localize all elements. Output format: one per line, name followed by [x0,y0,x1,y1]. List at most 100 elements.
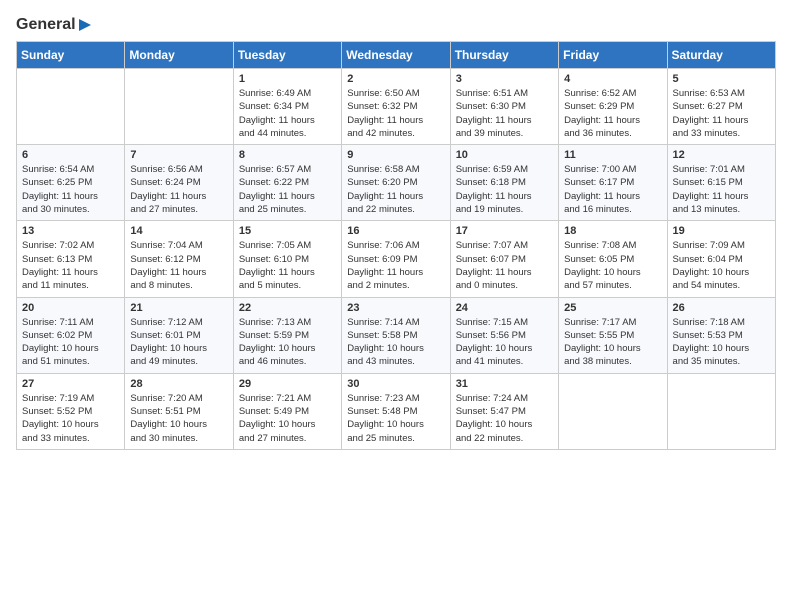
day-number: 31 [456,378,553,390]
day-info: Sunrise: 6:49 AM Sunset: 6:34 PM Dayligh… [239,87,336,140]
page-header: General [16,16,776,31]
column-header-sunday: Sunday [17,42,125,69]
calendar-cell: 3 Sunrise: 6:51 AM Sunset: 6:30 PM Daylig… [450,69,558,145]
day-info: Sunrise: 6:53 AM Sunset: 6:27 PM Dayligh… [673,87,770,140]
calendar-cell [17,69,125,145]
day-number: 17 [456,225,553,237]
day-number: 8 [239,149,336,161]
calendar-cell: 2 Sunrise: 6:50 AM Sunset: 6:32 PM Daylig… [342,69,450,145]
calendar-cell: 5 Sunrise: 6:53 AM Sunset: 6:27 PM Daylig… [667,69,775,145]
calendar-cell: 19 Sunrise: 7:09 AM Sunset: 6:04 PM Dayli… [667,221,775,297]
calendar-cell: 28 Sunrise: 7:20 AM Sunset: 5:51 PM Dayli… [125,373,233,449]
calendar-cell: 31 Sunrise: 7:24 AM Sunset: 5:47 PM Dayli… [450,373,558,449]
day-info: Sunrise: 7:12 AM Sunset: 6:01 PM Dayligh… [130,316,227,369]
logo-arrow-icon [77,17,93,33]
day-info: Sunrise: 6:51 AM Sunset: 6:30 PM Dayligh… [456,87,553,140]
logo: General [16,16,93,31]
column-header-wednesday: Wednesday [342,42,450,69]
day-number: 25 [564,302,661,314]
day-info: Sunrise: 7:23 AM Sunset: 5:48 PM Dayligh… [347,392,444,445]
column-header-monday: Monday [125,42,233,69]
column-header-thursday: Thursday [450,42,558,69]
calendar-week-row: 6Sunrise: 6:54 AM Sunset: 6:25 PM Daylig… [17,145,776,221]
calendar-cell: 14 Sunrise: 7:04 AM Sunset: 6:12 PM Dayli… [125,221,233,297]
day-number: 15 [239,225,336,237]
calendar-cell: 4 Sunrise: 6:52 AM Sunset: 6:29 PM Daylig… [559,69,667,145]
calendar-cell: 12Sunrise: 7:01 AM Sunset: 6:15 PM Dayli… [667,145,775,221]
day-number: 3 [456,73,553,85]
day-info: Sunrise: 7:24 AM Sunset: 5:47 PM Dayligh… [456,392,553,445]
day-number: 2 [347,73,444,85]
day-number: 11 [564,149,661,161]
day-number: 5 [673,73,770,85]
calendar-cell: 24 Sunrise: 7:15 AM Sunset: 5:56 PM Dayli… [450,297,558,373]
calendar-cell: 23 Sunrise: 7:14 AM Sunset: 5:58 PM Dayli… [342,297,450,373]
day-info: Sunrise: 6:52 AM Sunset: 6:29 PM Dayligh… [564,87,661,140]
day-number: 23 [347,302,444,314]
day-info: Sunrise: 7:08 AM Sunset: 6:05 PM Dayligh… [564,239,661,292]
calendar-table: SundayMondayTuesdayWednesdayThursdayFrid… [16,41,776,450]
calendar-cell: 10 Sunrise: 6:59 AM Sunset: 6:18 PM Dayli… [450,145,558,221]
day-info: Sunrise: 7:02 AM Sunset: 6:13 PM Dayligh… [22,239,119,292]
calendar-cell: 15 Sunrise: 7:05 AM Sunset: 6:10 PM Dayli… [233,221,341,297]
day-info: Sunrise: 7:01 AM Sunset: 6:15 PM Dayligh… [673,163,770,216]
logo-general-text: General [16,16,76,34]
day-number: 21 [130,302,227,314]
day-number: 1 [239,73,336,85]
day-info: Sunrise: 7:20 AM Sunset: 5:51 PM Dayligh… [130,392,227,445]
column-header-tuesday: Tuesday [233,42,341,69]
calendar-cell: 22 Sunrise: 7:13 AM Sunset: 5:59 PM Dayli… [233,297,341,373]
day-info: Sunrise: 7:06 AM Sunset: 6:09 PM Dayligh… [347,239,444,292]
calendar-cell: 17 Sunrise: 7:07 AM Sunset: 6:07 PM Dayli… [450,221,558,297]
calendar-cell: 6Sunrise: 6:54 AM Sunset: 6:25 PM Daylig… [17,145,125,221]
day-info: Sunrise: 7:05 AM Sunset: 6:10 PM Dayligh… [239,239,336,292]
day-info: Sunrise: 6:56 AM Sunset: 6:24 PM Dayligh… [130,163,227,216]
day-info: Sunrise: 7:11 AM Sunset: 6:02 PM Dayligh… [22,316,119,369]
day-info: Sunrise: 7:04 AM Sunset: 6:12 PM Dayligh… [130,239,227,292]
day-info: Sunrise: 6:59 AM Sunset: 6:18 PM Dayligh… [456,163,553,216]
day-info: Sunrise: 7:21 AM Sunset: 5:49 PM Dayligh… [239,392,336,445]
day-info: Sunrise: 7:00 AM Sunset: 6:17 PM Dayligh… [564,163,661,216]
calendar-cell: 29 Sunrise: 7:21 AM Sunset: 5:49 PM Dayli… [233,373,341,449]
calendar-cell: 18 Sunrise: 7:08 AM Sunset: 6:05 PM Dayli… [559,221,667,297]
calendar-cell: 7 Sunrise: 6:56 AM Sunset: 6:24 PM Daylig… [125,145,233,221]
day-number: 7 [130,149,227,161]
day-number: 14 [130,225,227,237]
calendar-week-row: 20 Sunrise: 7:11 AM Sunset: 6:02 PM Dayli… [17,297,776,373]
calendar-cell: 30 Sunrise: 7:23 AM Sunset: 5:48 PM Dayli… [342,373,450,449]
day-number: 16 [347,225,444,237]
day-number: 10 [456,149,553,161]
day-info: Sunrise: 7:15 AM Sunset: 5:56 PM Dayligh… [456,316,553,369]
day-number: 26 [673,302,770,314]
day-info: Sunrise: 7:14 AM Sunset: 5:58 PM Dayligh… [347,316,444,369]
day-number: 22 [239,302,336,314]
calendar-cell [125,69,233,145]
column-header-saturday: Saturday [667,42,775,69]
day-info: Sunrise: 6:54 AM Sunset: 6:25 PM Dayligh… [22,163,119,216]
day-info: Sunrise: 7:09 AM Sunset: 6:04 PM Dayligh… [673,239,770,292]
column-header-friday: Friday [559,42,667,69]
day-number: 18 [564,225,661,237]
day-number: 28 [130,378,227,390]
day-info: Sunrise: 7:13 AM Sunset: 5:59 PM Dayligh… [239,316,336,369]
day-number: 27 [22,378,119,390]
calendar-cell: 8Sunrise: 6:57 AM Sunset: 6:22 PM Daylig… [233,145,341,221]
day-number: 20 [22,302,119,314]
calendar-header-row: SundayMondayTuesdayWednesdayThursdayFrid… [17,42,776,69]
day-number: 13 [22,225,119,237]
day-number: 4 [564,73,661,85]
calendar-cell: 1 Sunrise: 6:49 AM Sunset: 6:34 PM Daylig… [233,69,341,145]
calendar-week-row: 27 Sunrise: 7:19 AM Sunset: 5:52 PM Dayli… [17,373,776,449]
day-number: 19 [673,225,770,237]
calendar-week-row: 13 Sunrise: 7:02 AM Sunset: 6:13 PM Dayli… [17,221,776,297]
day-info: Sunrise: 7:19 AM Sunset: 5:52 PM Dayligh… [22,392,119,445]
calendar-cell: 20 Sunrise: 7:11 AM Sunset: 6:02 PM Dayli… [17,297,125,373]
day-number: 30 [347,378,444,390]
day-number: 24 [456,302,553,314]
calendar-cell: 26Sunrise: 7:18 AM Sunset: 5:53 PM Dayli… [667,297,775,373]
day-info: Sunrise: 7:07 AM Sunset: 6:07 PM Dayligh… [456,239,553,292]
calendar-cell: 16 Sunrise: 7:06 AM Sunset: 6:09 PM Dayli… [342,221,450,297]
calendar-cell [667,373,775,449]
day-info: Sunrise: 6:50 AM Sunset: 6:32 PM Dayligh… [347,87,444,140]
day-number: 29 [239,378,336,390]
